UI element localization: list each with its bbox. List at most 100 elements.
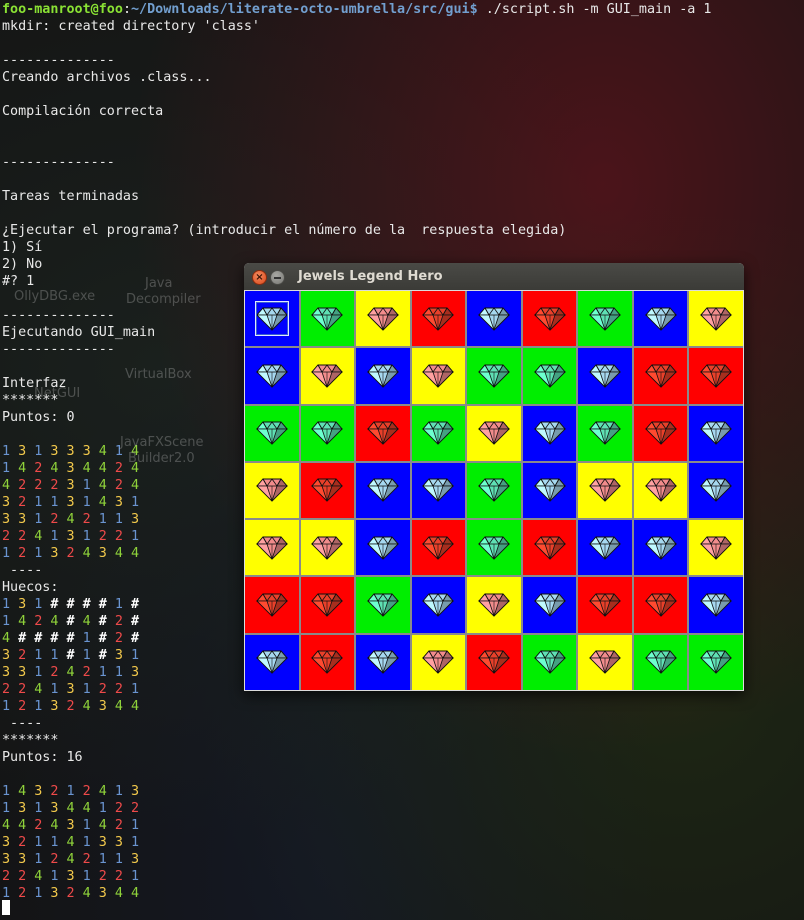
board-cell-blue[interactable] xyxy=(633,520,688,576)
board-cell-green[interactable] xyxy=(522,634,577,690)
board-cell-green[interactable] xyxy=(467,462,521,519)
diamond-icon xyxy=(478,536,510,560)
desktop-icon-label: OllyDBG.exe xyxy=(14,289,96,304)
board-cell-green[interactable] xyxy=(633,634,688,690)
board-cell-red[interactable] xyxy=(300,577,355,633)
board-cell-blue[interactable] xyxy=(578,348,632,404)
window-titlebar[interactable]: × Jewels Legend Hero xyxy=(244,263,744,290)
grid-value: # xyxy=(66,631,75,646)
board-cell-red[interactable] xyxy=(245,577,299,633)
diamond-icon xyxy=(311,593,344,617)
board-cell-red[interactable] xyxy=(411,291,466,347)
grid-value: 1 xyxy=(131,869,140,884)
board-cell-yellow[interactable] xyxy=(300,520,355,576)
board-cell-blue[interactable] xyxy=(522,462,577,519)
minimize-button[interactable] xyxy=(270,270,285,285)
board-cell-green[interactable] xyxy=(467,348,521,404)
grid-value: 3 xyxy=(82,444,91,459)
board-cell-yellow[interactable] xyxy=(300,348,355,404)
board-cell-red[interactable] xyxy=(633,348,688,404)
board-cell-red[interactable] xyxy=(633,405,688,461)
grid-row: 1 2 1 3 2 4 3 4 4 xyxy=(2,545,139,562)
board-cell-green[interactable] xyxy=(300,291,355,347)
diamond-icon xyxy=(422,650,455,675)
grid-value: 4 xyxy=(98,818,107,833)
board-cell-yellow[interactable] xyxy=(411,634,466,690)
board-cell-red[interactable] xyxy=(411,520,466,576)
board-cell-red[interactable] xyxy=(522,520,577,576)
board-cell-blue[interactable] xyxy=(633,291,688,347)
board-cell-yellow[interactable] xyxy=(467,577,521,633)
grid-value: 1 xyxy=(34,852,43,867)
board-cell-green[interactable] xyxy=(245,405,299,461)
board-cell-red[interactable] xyxy=(522,291,577,347)
grid-value: 4 xyxy=(34,869,43,884)
board-cell-yellow[interactable] xyxy=(689,291,743,347)
diamond-icon xyxy=(366,364,399,388)
board-cell-red[interactable] xyxy=(689,348,743,404)
diamond-icon xyxy=(311,364,344,388)
grid-value: # xyxy=(131,631,140,646)
board-cell-blue[interactable] xyxy=(356,520,410,576)
grid-value: 1 xyxy=(82,835,91,850)
board-cell-yellow[interactable] xyxy=(633,462,688,519)
grid-value: 3 xyxy=(66,461,75,476)
board-cell-blue[interactable] xyxy=(411,577,466,633)
board-cell-blue[interactable] xyxy=(522,577,577,633)
close-button[interactable]: × xyxy=(252,270,267,285)
board-cell-blue[interactable] xyxy=(578,520,632,576)
board-cell-red[interactable] xyxy=(578,577,632,633)
terminal-line: Compilación correcta xyxy=(2,104,164,119)
game-window[interactable]: × Jewels Legend Hero xyxy=(244,263,744,691)
diamond-icon xyxy=(533,478,566,503)
board-cell-blue[interactable] xyxy=(467,291,521,347)
grid-value: 1 xyxy=(2,546,11,561)
board-cell-blue[interactable] xyxy=(689,577,743,633)
board-cell-green[interactable] xyxy=(522,348,577,404)
board-cell-green[interactable] xyxy=(689,634,743,690)
board-cell-blue[interactable] xyxy=(411,462,466,519)
grid-value: 3 xyxy=(50,886,59,901)
board-cell-blue[interactable] xyxy=(689,405,743,461)
grid-value: 1 xyxy=(34,495,43,510)
board-cell-blue[interactable] xyxy=(522,405,577,461)
board-cell-yellow[interactable] xyxy=(356,291,410,347)
grid-value: 4 xyxy=(114,546,123,561)
board-cell-red[interactable] xyxy=(300,634,355,690)
prompt-user: foo-manroot@foo xyxy=(2,2,123,17)
board-cell-blue[interactable] xyxy=(245,348,299,404)
board-cell-blue[interactable] xyxy=(356,348,410,404)
board-cell-green[interactable] xyxy=(411,405,466,461)
board-cell-red[interactable] xyxy=(356,405,410,461)
grid-value: 1 xyxy=(82,529,91,544)
board-cell-green[interactable] xyxy=(300,405,355,461)
board-cell-yellow[interactable] xyxy=(689,520,743,576)
grid-value: 2 xyxy=(98,529,107,544)
board-cell-green[interactable] xyxy=(578,405,632,461)
board-cell-yellow[interactable] xyxy=(245,520,299,576)
grid-value: 1 xyxy=(34,699,43,714)
board-cell-green[interactable] xyxy=(578,291,632,347)
board-cell-red[interactable] xyxy=(467,634,521,690)
board-cell-yellow[interactable] xyxy=(578,634,632,690)
grid-value: 4 xyxy=(82,801,91,816)
board-cell-blue[interactable] xyxy=(356,634,410,690)
board-cell-red[interactable] xyxy=(300,462,355,519)
board-cell-blue[interactable] xyxy=(245,634,299,690)
board-cell-yellow[interactable] xyxy=(411,348,466,404)
board-cell-yellow[interactable] xyxy=(578,462,632,519)
grid-value: 1 xyxy=(82,818,91,833)
jewel-board[interactable] xyxy=(245,291,743,690)
board-cell-blue[interactable] xyxy=(245,291,299,347)
grid-value: 2 xyxy=(50,512,59,527)
diamond-icon xyxy=(422,593,455,617)
grid-value: 2 xyxy=(50,784,59,799)
board-cell-red[interactable] xyxy=(633,577,688,633)
board-cell-blue[interactable] xyxy=(689,462,743,519)
board-cell-green[interactable] xyxy=(356,577,410,633)
board-cell-yellow[interactable] xyxy=(245,462,299,519)
window-title: Jewels Legend Hero xyxy=(298,269,443,284)
board-cell-blue[interactable] xyxy=(356,462,410,519)
board-cell-green[interactable] xyxy=(467,520,521,576)
board-cell-yellow[interactable] xyxy=(467,405,521,461)
